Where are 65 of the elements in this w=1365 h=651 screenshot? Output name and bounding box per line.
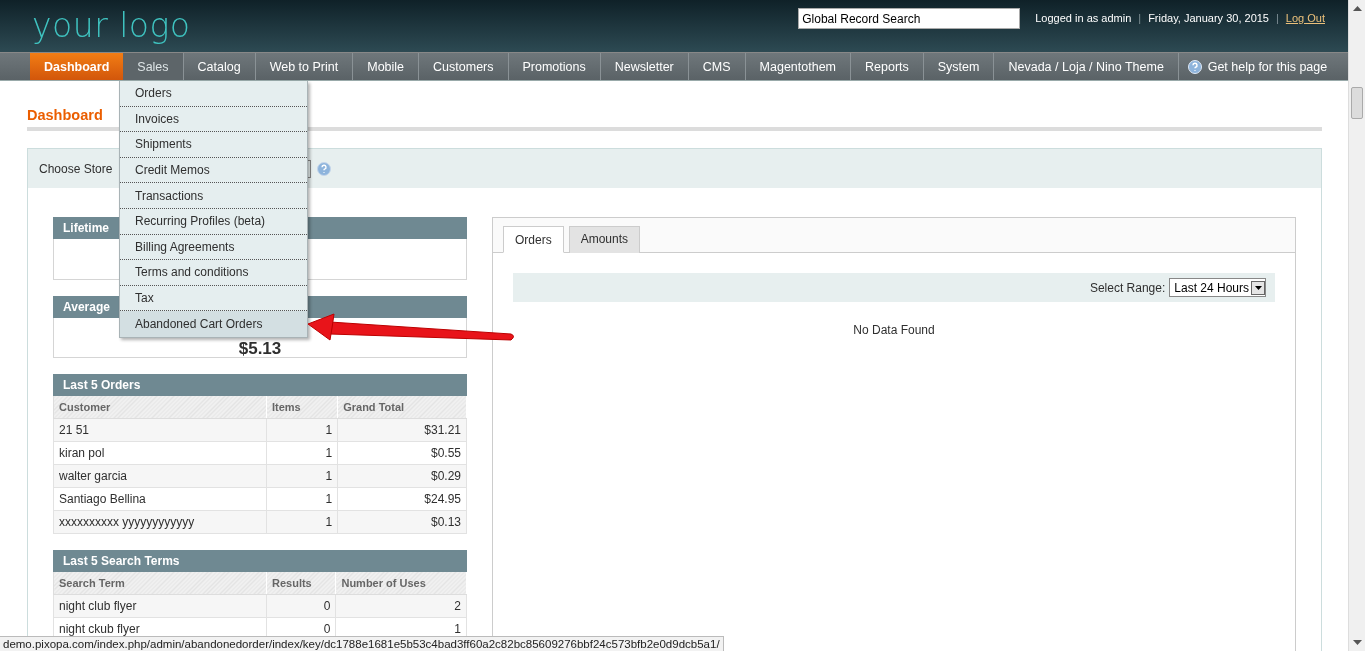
nav-tab[interactable]: Dashboard: [30, 53, 124, 80]
menu-item[interactable]: Orders: [120, 81, 307, 107]
section-header: Last 5 Search Terms: [53, 550, 467, 572]
separator: |: [1138, 12, 1142, 24]
nav-tab[interactable]: Customers: [419, 53, 509, 80]
table-cell: kiran pol: [53, 441, 267, 465]
nav-tab[interactable]: Sales: [123, 53, 184, 80]
table-cell: walter garcia: [53, 464, 267, 488]
stat-value: $5.13: [238, 340, 282, 357]
table-cell: $31.21: [337, 418, 467, 442]
column-header[interactable]: Search Term: [53, 572, 267, 595]
tab[interactable]: Orders: [503, 226, 564, 253]
empty-message: No Data Found: [852, 323, 936, 337]
table-cell: $0.55: [337, 441, 467, 465]
table-cell: $0.29: [337, 464, 467, 488]
logo: your logo: [32, 6, 191, 45]
menu-item[interactable]: Abandoned Cart Orders: [120, 311, 307, 337]
table-cell: 1: [266, 487, 338, 511]
range-select[interactable]: Last 24 Hours: [1169, 278, 1266, 297]
column-header[interactable]: Grand Total: [337, 396, 467, 419]
account-info: Friday, January 30, 2015: [1148, 12, 1269, 24]
table-cell: Santiago Bellina: [53, 487, 267, 511]
nav-tab[interactable]: Web to Print: [255, 53, 354, 80]
scrollbar-thumb[interactable]: [1351, 87, 1363, 119]
nav-tab[interactable]: CMS: [688, 53, 746, 80]
scroll-down-icon[interactable]: [1352, 640, 1362, 645]
column-header[interactable]: Customer: [53, 396, 267, 419]
separator: |: [1276, 12, 1279, 24]
column-header[interactable]: Items: [266, 396, 338, 419]
status-url: demo.pixopa.com/index.php/admin/abandonedorder/index/key/dc1788e1681e5b53c4bad3ff60a2c82bc85609276bbf24c573bfb2e0d9dcb5a1/: [3, 638, 720, 650]
nav-tab[interactable]: Mobile: [353, 53, 420, 80]
nav-tab[interactable]: Promotions: [508, 53, 601, 80]
search-field[interactable]: Global Record Search: [798, 8, 1021, 29]
table-cell: 21 51: [53, 418, 267, 442]
table-cell: night club flyer: [53, 594, 267, 618]
column-header[interactable]: Number of Uses: [335, 572, 467, 595]
tab[interactable]: Amounts: [568, 226, 641, 253]
column-header[interactable]: Results: [266, 572, 336, 595]
menu-item[interactable]: Terms and conditions: [120, 260, 307, 286]
nav-tab[interactable]: Newsletter: [600, 53, 689, 80]
caret-icon: [1254, 285, 1262, 290]
menu-item[interactable]: Recurring Profiles (beta): [120, 208, 307, 235]
menu-item[interactable]: Credit Memos: [120, 157, 307, 184]
help-link[interactable]: Get help for this page: [1207, 59, 1328, 74]
nav-tab[interactable]: System: [923, 53, 995, 80]
menu-item[interactable]: Invoices: [120, 106, 307, 133]
nav-tab[interactable]: Reports: [851, 53, 924, 80]
store-switcher-label: Choose Store: [39, 161, 113, 176]
menu-item[interactable]: Billing Agreements: [120, 234, 307, 261]
section-header: Last 5 Orders: [53, 374, 467, 396]
menu-item[interactable]: Shipments: [120, 132, 307, 158]
table-cell: $0.13: [337, 510, 467, 534]
account-info: Logged in as admin: [1035, 12, 1132, 24]
table-cell: xxxxxxxxxx yyyyyyyyyyyy: [53, 510, 267, 534]
table-cell: 1: [266, 441, 338, 465]
logout-link[interactable]: Log Out: [1285, 12, 1325, 24]
nav-tab[interactable]: Nevada / Loja / Nino Theme: [994, 53, 1179, 80]
scroll-up-icon[interactable]: [1352, 6, 1362, 11]
range-label: Select Range:: [1089, 280, 1166, 295]
menu-item[interactable]: Transactions: [120, 183, 307, 209]
nav-tab[interactable]: Catalog: [183, 53, 256, 80]
help-icon[interactable]: [1187, 59, 1202, 74]
table-cell: $24.95: [337, 487, 467, 511]
nav-tab[interactable]: Magentothem: [745, 53, 851, 80]
table-cell: 2: [335, 594, 467, 618]
